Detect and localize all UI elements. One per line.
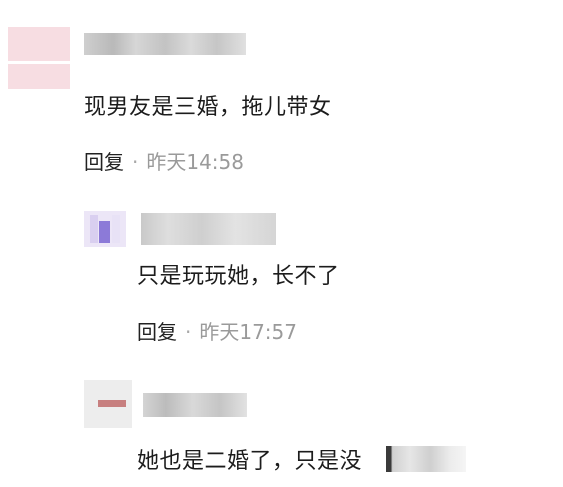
comment-text: 现男友是三婚，拖儿带女: [84, 95, 332, 120]
avatar[interactable]: [84, 211, 126, 247]
username-blurred[interactable]: [141, 213, 276, 245]
username-blurred[interactable]: [84, 33, 246, 55]
reply-button[interactable]: 回复: [137, 316, 177, 345]
comment-meta: 回复 · 昨天14:58: [84, 146, 244, 175]
username-blurred[interactable]: [143, 393, 247, 417]
comment-text: 只是玩玩她，长不了: [137, 264, 340, 289]
reply-button[interactable]: 回复: [84, 146, 124, 175]
comment-text: 她也是二婚了，只是没: [137, 449, 363, 474]
separator-dot: ·: [185, 320, 192, 344]
timestamp: 昨天17:57: [199, 320, 297, 344]
avatar[interactable]: [84, 380, 132, 428]
text-blurred: [386, 446, 466, 472]
separator-dot: ·: [132, 150, 139, 174]
avatar[interactable]: [8, 27, 70, 89]
comment-meta: 回复 · 昨天17:57: [137, 316, 297, 345]
timestamp: 昨天14:58: [146, 150, 244, 174]
